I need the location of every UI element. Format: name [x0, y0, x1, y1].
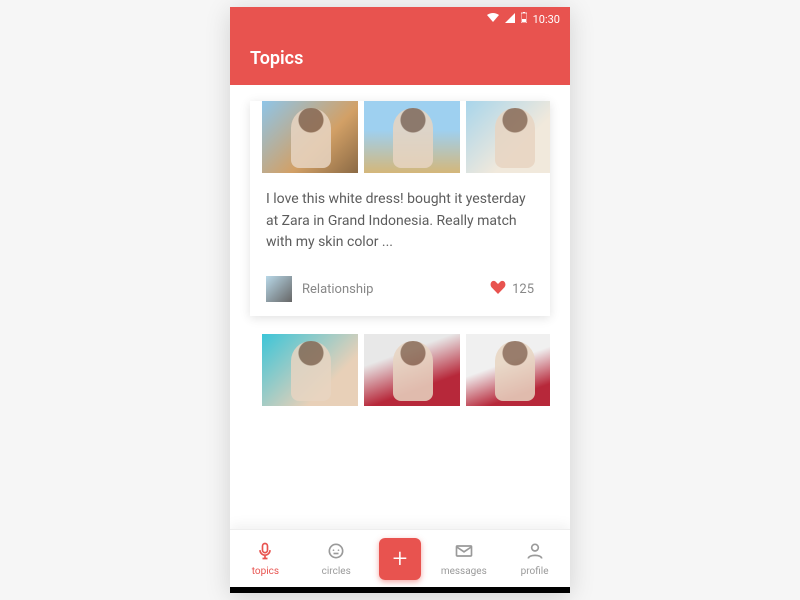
- android-nav-bar: [230, 587, 570, 593]
- circles-icon: [326, 541, 346, 564]
- post-card[interactable]: [250, 334, 550, 406]
- post-image[interactable]: [262, 334, 358, 406]
- nav-label: topics: [252, 566, 279, 577]
- post-image[interactable]: [466, 334, 550, 406]
- category-avatar[interactable]: [266, 276, 292, 302]
- mic-icon: [255, 541, 275, 564]
- nav-profile[interactable]: profile: [507, 541, 563, 577]
- like-count: 125: [512, 282, 534, 297]
- wifi-icon: [487, 13, 499, 26]
- nav-label: circles: [322, 566, 351, 577]
- battery-icon: [521, 12, 527, 26]
- person-icon: [525, 541, 545, 564]
- nav-circles[interactable]: circles: [308, 541, 364, 577]
- phone-frame: 10:30 Topics I love this white dress! bo…: [230, 7, 570, 593]
- feed-scroll[interactable]: I love this white dress! bought it yeste…: [230, 85, 570, 529]
- post-image[interactable]: [466, 101, 550, 173]
- post-caption: I love this white dress! bought it yeste…: [250, 173, 550, 258]
- nav-label: profile: [521, 566, 549, 577]
- heart-icon: [490, 280, 506, 298]
- post-image-row: [250, 334, 550, 406]
- status-time: 10:30: [533, 13, 560, 26]
- page-title: Topics: [250, 48, 303, 69]
- signal-icon: [505, 13, 515, 26]
- post-meta: Relationship 125: [250, 258, 550, 302]
- post-image[interactable]: [364, 334, 460, 406]
- post-image-row: [250, 101, 550, 173]
- post-image[interactable]: [262, 101, 358, 173]
- nav-label: messages: [441, 566, 487, 577]
- like-button[interactable]: 125: [490, 280, 534, 298]
- status-bar: 10:30: [230, 7, 570, 31]
- plus-icon: +: [393, 546, 408, 572]
- compose-button[interactable]: +: [379, 538, 421, 580]
- mail-icon: [454, 541, 474, 564]
- post-image[interactable]: [364, 101, 460, 173]
- post-category[interactable]: Relationship: [302, 282, 480, 297]
- app-bar: Topics: [230, 31, 570, 85]
- nav-messages[interactable]: messages: [436, 541, 492, 577]
- post-card[interactable]: I love this white dress! bought it yeste…: [250, 101, 550, 316]
- nav-topics[interactable]: topics: [237, 541, 293, 577]
- bottom-nav: topics circles + messages profile: [230, 529, 570, 587]
